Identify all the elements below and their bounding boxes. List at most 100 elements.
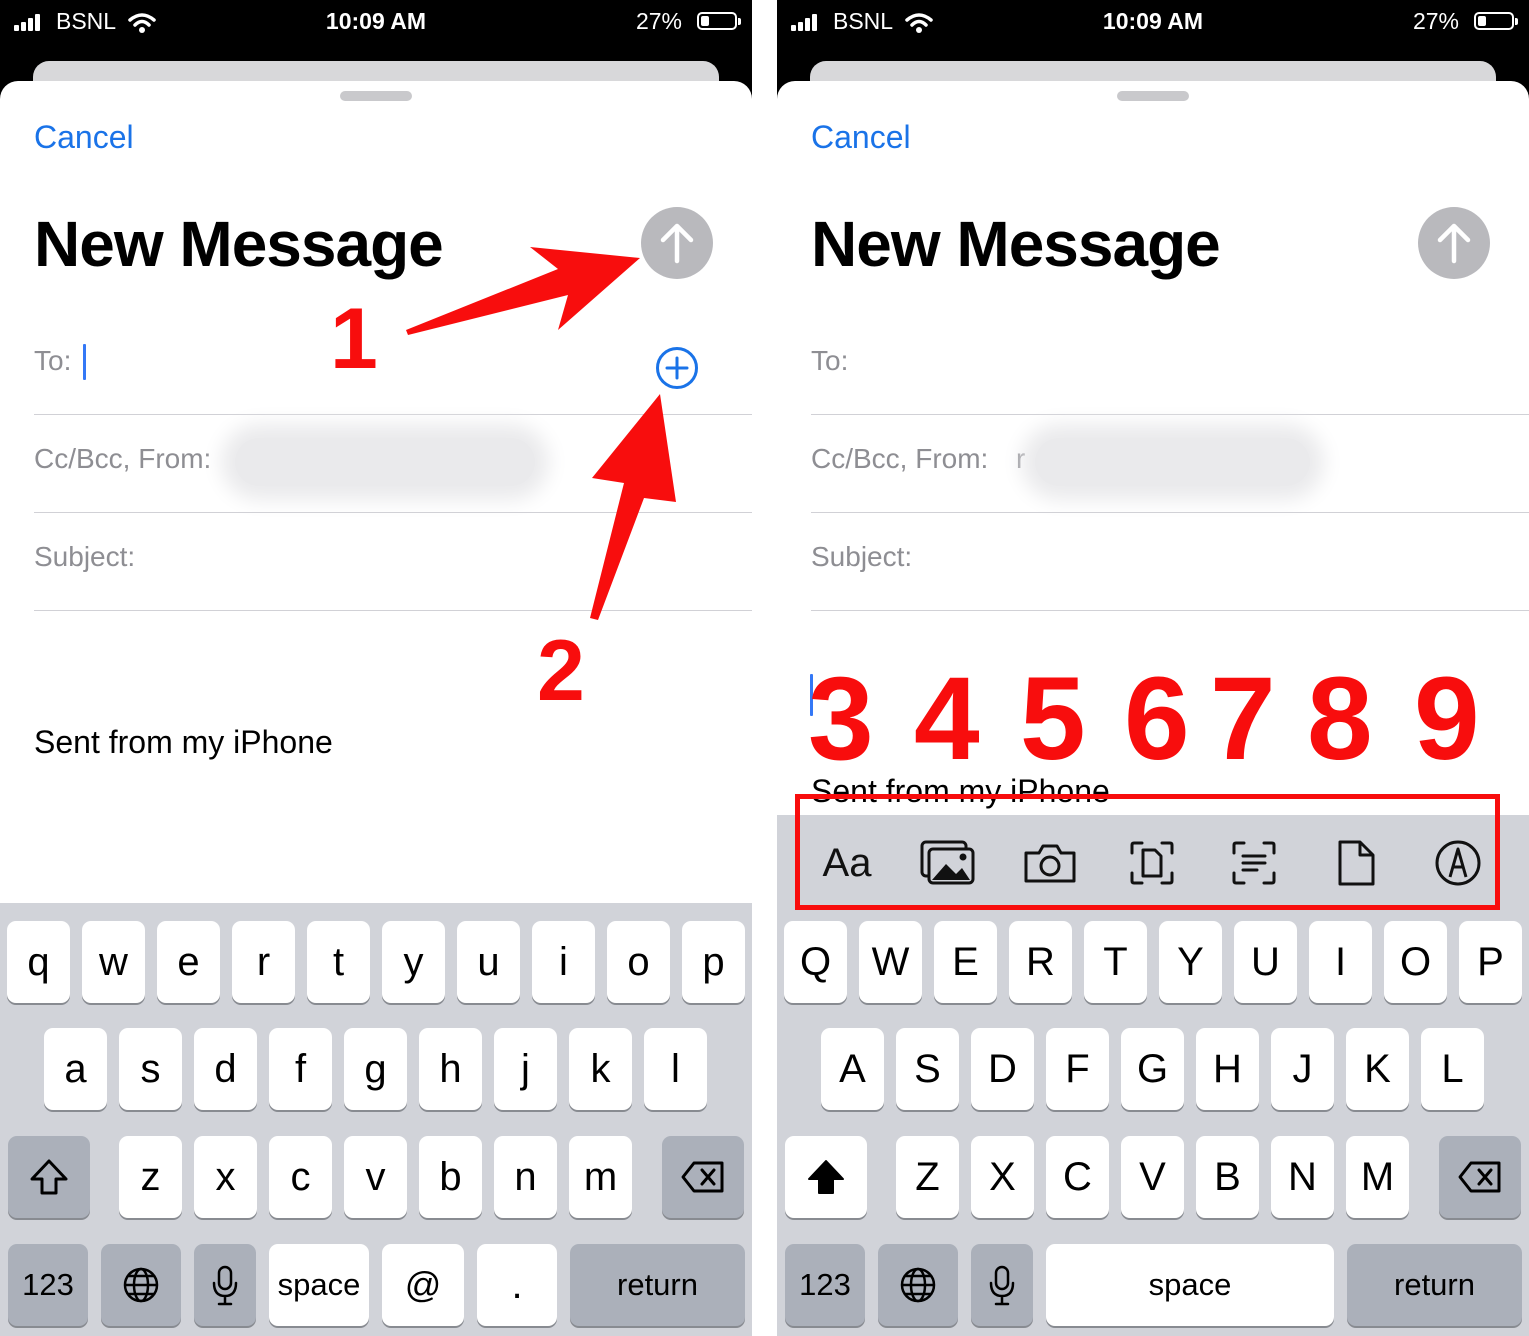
text-cursor: [83, 344, 86, 380]
key-x[interactable]: x: [194, 1136, 257, 1218]
key-t[interactable]: T: [1084, 921, 1147, 1003]
delete-key[interactable]: [1439, 1136, 1521, 1218]
key-a[interactable]: a: [44, 1028, 107, 1110]
key-d[interactable]: D: [971, 1028, 1034, 1110]
from-partial-text: r: [1016, 443, 1026, 474]
subject-divider: [811, 610, 1529, 611]
key-w[interactable]: w: [82, 921, 145, 1003]
key-y[interactable]: Y: [1159, 921, 1222, 1003]
key-j[interactable]: j: [494, 1028, 557, 1110]
delete-key[interactable]: [662, 1136, 744, 1218]
space-key[interactable]: space: [1046, 1244, 1334, 1326]
send-button[interactable]: [1418, 207, 1490, 279]
annotation-marker-5: 5: [1020, 653, 1086, 785]
key-b[interactable]: B: [1196, 1136, 1259, 1218]
key-p[interactable]: P: [1459, 921, 1522, 1003]
key-g[interactable]: g: [344, 1028, 407, 1110]
globe-icon: [123, 1267, 159, 1303]
key-p[interactable]: p: [682, 921, 745, 1003]
to-label: To:: [34, 345, 72, 376]
key-k[interactable]: K: [1346, 1028, 1409, 1110]
microphone-icon: [212, 1265, 238, 1306]
toolbar-highlight-box: [795, 794, 1500, 910]
annotation-marker-3: 3: [808, 653, 874, 785]
key-r[interactable]: r: [232, 921, 295, 1003]
numbers-key[interactable]: 123: [8, 1244, 88, 1326]
sheet-grabber[interactable]: [1117, 91, 1189, 101]
send-button[interactable]: [641, 207, 713, 279]
key-v[interactable]: V: [1121, 1136, 1184, 1218]
key-f[interactable]: F: [1046, 1028, 1109, 1110]
microphone-icon: [989, 1265, 1015, 1306]
key-l[interactable]: L: [1421, 1028, 1484, 1110]
key-f[interactable]: f: [269, 1028, 332, 1110]
space-key[interactable]: space: [269, 1244, 369, 1326]
cc-bcc-from-label[interactable]: Cc/Bcc, From:: [34, 443, 211, 475]
key-b[interactable]: b: [419, 1136, 482, 1218]
cancel-button[interactable]: Cancel: [34, 119, 134, 156]
key-i[interactable]: i: [532, 921, 595, 1003]
subject-divider: [34, 610, 752, 611]
key-g[interactable]: G: [1121, 1028, 1184, 1110]
key-j[interactable]: J: [1271, 1028, 1334, 1110]
key-m[interactable]: M: [1346, 1136, 1409, 1218]
to-label[interactable]: To:: [811, 345, 848, 377]
key-i[interactable]: I: [1309, 921, 1372, 1003]
key-n[interactable]: N: [1271, 1136, 1334, 1218]
globe-key[interactable]: [101, 1244, 181, 1326]
key-e[interactable]: e: [157, 921, 220, 1003]
key-l[interactable]: l: [644, 1028, 707, 1110]
key-v[interactable]: v: [344, 1136, 407, 1218]
shift-key[interactable]: [8, 1136, 90, 1218]
annotation-marker-7: 7: [1210, 653, 1276, 785]
key-w[interactable]: W: [859, 921, 922, 1003]
key-q[interactable]: q: [7, 921, 70, 1003]
period-key[interactable]: .: [477, 1244, 557, 1326]
globe-key[interactable]: [878, 1244, 958, 1326]
subject-label[interactable]: Subject:: [34, 541, 135, 573]
annotation-marker-8: 8: [1307, 653, 1373, 785]
return-key[interactable]: return: [570, 1244, 745, 1326]
annotation-marker-6: 6: [1124, 653, 1190, 785]
key-e[interactable]: E: [934, 921, 997, 1003]
key-r[interactable]: R: [1009, 921, 1072, 1003]
key-d[interactable]: d: [194, 1028, 257, 1110]
key-z[interactable]: z: [119, 1136, 182, 1218]
message-body-signature[interactable]: Sent from my iPhone: [34, 724, 333, 761]
cc-divider: [34, 512, 752, 513]
key-y[interactable]: y: [382, 921, 445, 1003]
sheet-grabber[interactable]: [340, 91, 412, 101]
keyboard: qwertyuiop asdfghjkl zxcvbnm 123 space @…: [0, 903, 752, 1336]
key-t[interactable]: t: [307, 921, 370, 1003]
key-s[interactable]: S: [896, 1028, 959, 1110]
add-contact-button[interactable]: [655, 346, 699, 390]
key-u[interactable]: u: [457, 921, 520, 1003]
key-o[interactable]: O: [1384, 921, 1447, 1003]
key-c[interactable]: c: [269, 1136, 332, 1218]
numbers-key[interactable]: 123: [785, 1244, 865, 1326]
return-key[interactable]: return: [1347, 1244, 1522, 1326]
key-u[interactable]: U: [1234, 921, 1297, 1003]
key-q[interactable]: Q: [784, 921, 847, 1003]
key-h[interactable]: h: [419, 1028, 482, 1110]
cancel-button[interactable]: Cancel: [811, 119, 911, 156]
globe-icon: [900, 1267, 936, 1303]
key-s[interactable]: s: [119, 1028, 182, 1110]
key-m[interactable]: m: [569, 1136, 632, 1218]
key-a[interactable]: A: [821, 1028, 884, 1110]
keyboard: QWERTYUIOP ASDFGHJKL ZXCVBNM 123 space r…: [777, 910, 1529, 1336]
at-key[interactable]: @: [382, 1244, 464, 1326]
subject-label[interactable]: Subject:: [811, 541, 912, 573]
key-o[interactable]: o: [607, 921, 670, 1003]
shift-key[interactable]: [785, 1136, 867, 1218]
annotation-marker-2: 2: [537, 623, 585, 719]
dictation-key[interactable]: [194, 1244, 256, 1326]
key-c[interactable]: C: [1046, 1136, 1109, 1218]
key-h[interactable]: H: [1196, 1028, 1259, 1110]
key-z[interactable]: Z: [896, 1136, 959, 1218]
key-n[interactable]: n: [494, 1136, 557, 1218]
key-x[interactable]: X: [971, 1136, 1034, 1218]
dictation-key[interactable]: [971, 1244, 1033, 1326]
cc-bcc-from-label[interactable]: Cc/Bcc, From:: [811, 443, 988, 475]
key-k[interactable]: k: [569, 1028, 632, 1110]
